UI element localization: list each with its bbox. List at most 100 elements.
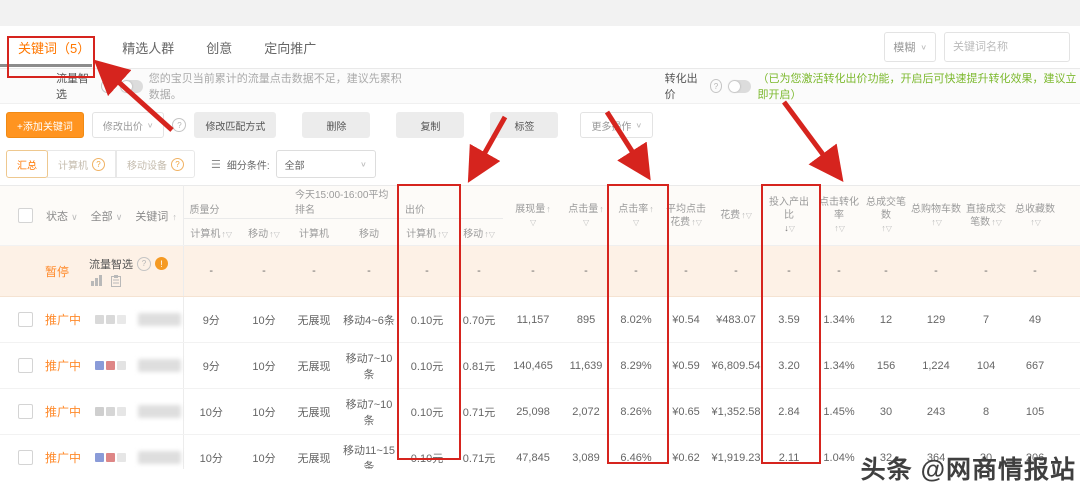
cell-ctr: 8.29% — [609, 342, 664, 389]
cell-bid_pc: 0.10元 — [399, 434, 456, 469]
cell-impressions: 25,098 — [503, 388, 564, 435]
filter-icon: ▽ — [788, 224, 795, 233]
col-group-rank: 今天15:00-16:00平均排名 — [289, 185, 400, 219]
cell-direct_orders: 8 — [963, 388, 1010, 435]
active-tab-underline — [0, 64, 92, 67]
cell-avg_cpc: ¥0.65 — [663, 388, 710, 435]
tag-button[interactable]: 标签 — [490, 112, 559, 138]
info-icon[interactable]: ? — [137, 256, 152, 271]
summary-cell-quality_pc: - — [183, 245, 239, 297]
cell-last: 1 — [1061, 388, 1080, 435]
col-status[interactable]: 状态 ∨ — [46, 208, 78, 224]
tab-creative[interactable]: 创意 — [204, 28, 234, 67]
sub-col-bid-pc[interactable]: 计算机↑▽ — [399, 218, 456, 246]
sub-col-quality-pc[interactable]: 计算机↑▽ — [183, 218, 239, 246]
clipboard-icon[interactable] — [111, 274, 122, 287]
table-header: 状态 ∨ 全部 ∨ 关键词 ↑ 质量分 今天15:00-16:00平均排名 出价… — [0, 185, 1080, 246]
cell-bid_mobile: 0.81元 — [455, 342, 504, 389]
col-group-bid: 出价 — [399, 185, 504, 219]
col-ctr[interactable]: 点击率↑ ▽ — [609, 185, 664, 246]
copy-button[interactable]: 复制 — [396, 112, 465, 138]
sub-col-bid-mobile[interactable]: 移动↑▽ — [455, 218, 504, 246]
cell-rank_mobile: 移动7~10条 — [339, 342, 400, 389]
flow-smart-badge-icon: ! — [155, 257, 169, 270]
select-all-checkbox[interactable] — [18, 208, 33, 223]
summary-cell-direct_orders: - — [963, 245, 1010, 297]
filter-icon: ▽ — [529, 217, 537, 227]
cell-bid_mobile: 0.71元 — [455, 434, 504, 469]
cell-rank_mobile: 移动4~6条 — [339, 296, 400, 343]
fuzzy-filter-label: 模糊 — [893, 42, 916, 54]
cell-rank_pc: 无展现 — [289, 296, 339, 343]
conversion-bid-toggle[interactable] — [728, 79, 752, 93]
toolbar: +添加关键词 修改出价 ∨ ? 修改匹配方式 删除 复制 标签 更多操作 ∨ — [0, 110, 1080, 140]
cell-bid_pc: 0.10元 — [399, 296, 456, 343]
col-cvr[interactable]: 点击转化率 ↑▽ — [815, 185, 864, 246]
filter-icon: ▽ — [632, 217, 640, 227]
more-actions-button[interactable]: 更多操作 ∨ — [580, 112, 654, 138]
row-checkbox[interactable] — [18, 358, 33, 373]
summary-row: 暂停流量智选?!------------------ — [0, 245, 1080, 297]
tab-keywords[interactable]: 关键词（5） — [16, 28, 92, 67]
cell-quality_mobile: 10分 — [239, 388, 289, 435]
summary-cell-carts: - — [909, 245, 964, 297]
col-cost[interactable]: 花费↑▽ — [709, 185, 764, 246]
filter-icon: ▽ — [441, 229, 448, 239]
cell-cvr: 1.34% — [815, 342, 864, 389]
segment-select[interactable]: 全部 ∨ — [275, 150, 376, 178]
row-checkbox[interactable] — [18, 450, 33, 465]
col-roi[interactable]: 投入产出比 ↓▽ — [763, 185, 816, 246]
col-carts[interactable]: 总购物车数 ↑▽ — [909, 185, 964, 246]
col-collects[interactable]: 总收藏数 ↑▽ — [1009, 185, 1062, 246]
col-keyword[interactable]: 关键词 ↑ — [135, 208, 177, 224]
help-icon[interactable]: ? — [101, 79, 114, 93]
status-text: 推广中 — [45, 313, 82, 327]
col-orders[interactable]: 总成交笔数 ↑▽ — [863, 185, 910, 246]
keyword-blurred — [138, 359, 181, 372]
cell-last: 5 — [1061, 296, 1080, 343]
fuzzy-filter-dropdown[interactable]: 模糊 ∨ — [884, 32, 936, 62]
row-checkbox[interactable] — [18, 312, 33, 327]
tab-audience[interactable]: 精选人群 — [120, 28, 176, 67]
modify-match-button[interactable]: 修改匹配方式 — [194, 112, 277, 138]
chevron-down-icon: ∨ — [920, 42, 927, 51]
cell-cost: ¥483.07 — [709, 296, 764, 343]
row-checkbox[interactable] — [18, 404, 33, 419]
view-tab-mobile[interactable]: 移动设备 ? — [116, 150, 195, 178]
sub-col-rank-mobile[interactable]: 移动 — [339, 218, 400, 246]
keyword-color-tags — [95, 453, 127, 462]
table-row: 推广中 10分 10分 无展现 移动7~10条 0.10元 0.71元 25,098 2,072… — [0, 388, 1080, 435]
flow-smart-toggle[interactable] — [119, 79, 143, 93]
view-tab-summary[interactable]: 汇总 — [6, 150, 48, 178]
col-impressions[interactable]: 展现量↑ ▽ — [503, 185, 564, 246]
cell-collects: 105 — [1009, 388, 1062, 435]
help-icon[interactable]: ? — [709, 79, 723, 93]
modify-bid-button[interactable]: 修改出价 ∨ — [91, 112, 165, 138]
delete-button[interactable]: 删除 — [302, 112, 371, 138]
summary-cell-roi: - — [763, 245, 816, 297]
col-all-filter[interactable]: 全部 ∨ — [91, 208, 123, 224]
filter-icon: ▽ — [582, 217, 590, 227]
col-direct-orders[interactable]: 直接成交笔数↑▽ — [963, 185, 1010, 246]
cell-carts: 243 — [909, 388, 964, 435]
view-tab-pc[interactable]: 计算机 ? — [47, 150, 116, 178]
summary-cell-last: - — [1061, 245, 1080, 297]
info-icon[interactable]: ? — [172, 118, 187, 132]
sub-col-rank-pc[interactable]: 计算机 — [289, 218, 339, 246]
conversion-bid-label: 转化出价 — [664, 73, 698, 101]
keyword-search-input[interactable] — [944, 32, 1070, 62]
status-text: 推广中 — [45, 359, 82, 373]
sub-col-quality-mobile[interactable]: 移动↑▽ — [239, 218, 289, 246]
col-avg-cpc[interactable]: 平均点击花费↑▽ — [663, 185, 710, 246]
cell-bid_pc: 0.10元 — [399, 388, 456, 435]
summary-cell-bid_mobile: - — [455, 245, 504, 297]
cell-avg_cpc: ¥0.59 — [663, 342, 710, 389]
cell-clicks: 895 — [563, 296, 610, 343]
add-keyword-button[interactable]: +添加关键词 — [6, 112, 84, 138]
cell-quality_pc: 10分 — [183, 388, 239, 435]
chart-icon[interactable] — [91, 274, 103, 286]
tab-targeting[interactable]: 定向推广 — [262, 28, 318, 67]
flow-smart-notice: 流量智选 ? 您的宝贝当前累计的流量点击数据不足，建议先累积数据。 — [56, 70, 403, 102]
col-clicks[interactable]: 点击量↑ ▽ — [563, 185, 610, 246]
table-row: 推广中 9分 10分 无展现 移动7~10条 0.10元 0.81元 140,465 11,63… — [0, 342, 1080, 389]
